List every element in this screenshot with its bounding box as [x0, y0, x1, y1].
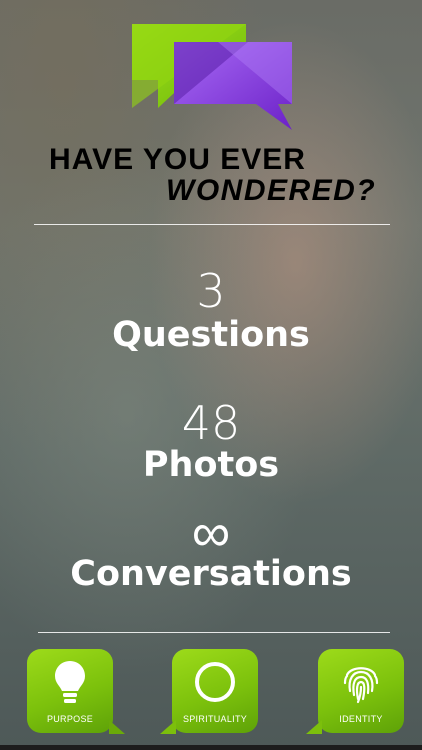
fingerprint-icon	[343, 667, 379, 704]
stat-questions-number: 3	[196, 264, 226, 318]
circle-icon	[195, 662, 235, 702]
purpose-bubble-tail	[109, 720, 125, 734]
app-logo	[132, 24, 292, 130]
stat-conversations-label: Conversations	[70, 554, 352, 594]
spirituality-button[interactable]: SPIRITUALITY	[160, 649, 258, 734]
stat-conversations-number: ∞	[191, 501, 231, 564]
stat-photos-label: Photos	[142, 445, 280, 485]
identity-button[interactable]: IDENTITY	[306, 649, 404, 734]
divider-bottom	[38, 632, 390, 633]
purpose-label: PURPOSE	[46, 714, 94, 724]
stat-questions-label: Questions	[112, 315, 310, 355]
bottom-edge	[0, 745, 422, 750]
spirituality-label: SPIRITUALITY	[182, 714, 248, 724]
identity-label: IDENTITY	[339, 714, 383, 724]
headline-line-1: HAVE YOU EVER	[49, 143, 306, 176]
spirituality-bubble-tail	[160, 720, 176, 734]
purpose-button[interactable]: PURPOSE	[27, 649, 125, 734]
divider-top	[34, 224, 390, 225]
headline-line-2: WONDERED?	[166, 174, 377, 207]
stat-photos-number: 48	[181, 396, 241, 450]
identity-bubble-tail	[306, 720, 322, 734]
lightbulb-icon	[55, 661, 85, 703]
